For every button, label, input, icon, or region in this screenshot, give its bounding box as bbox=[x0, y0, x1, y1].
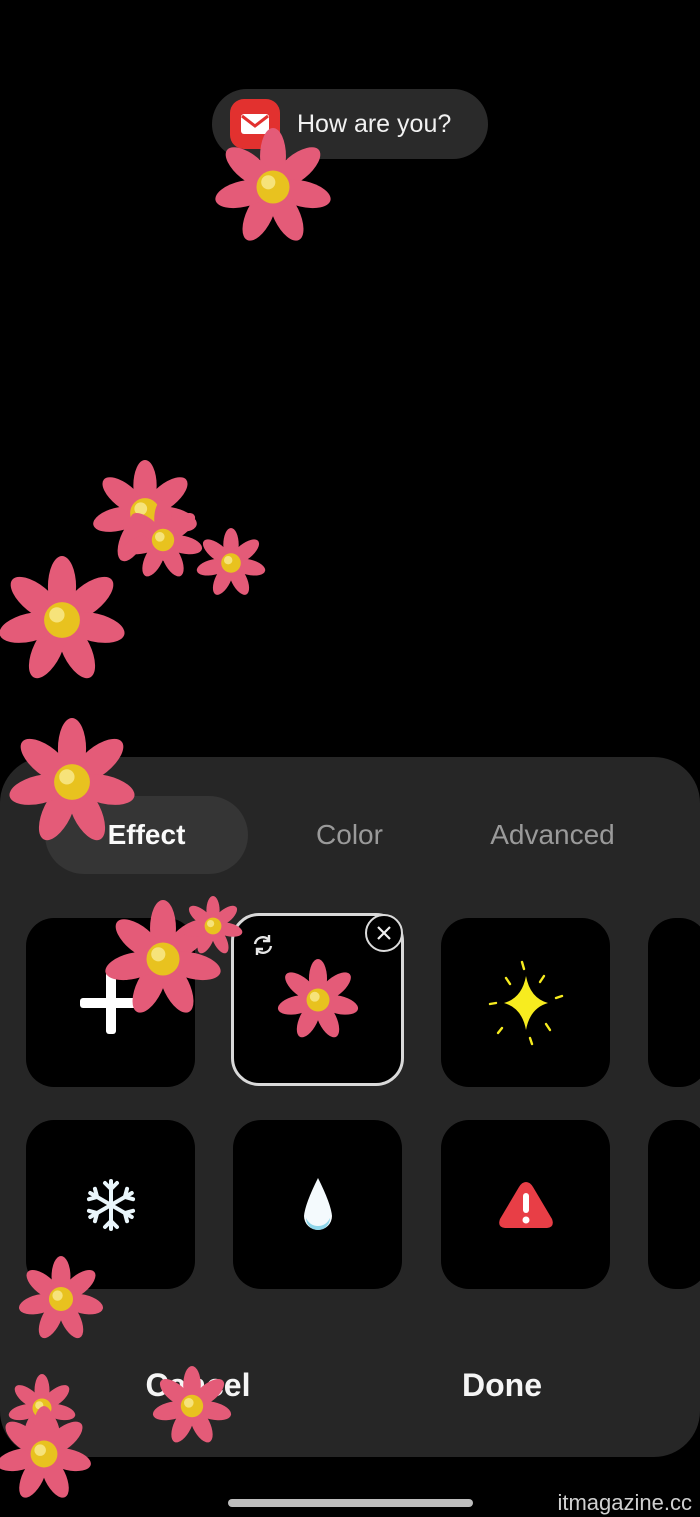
warning-effect-tile[interactable] bbox=[441, 1120, 610, 1289]
water-drop-effect-tile[interactable] bbox=[233, 1120, 402, 1289]
tab-effect[interactable]: Effect bbox=[45, 796, 248, 874]
more-effect-tile[interactable] bbox=[648, 918, 700, 1087]
tab-color[interactable]: Color bbox=[248, 796, 451, 874]
close-icon bbox=[377, 926, 391, 940]
notification-text: How are you? bbox=[297, 109, 452, 138]
more-effect-tile[interactable] bbox=[648, 1120, 700, 1289]
snowflake-effect-tile[interactable] bbox=[26, 1120, 195, 1289]
mail-icon bbox=[230, 99, 280, 149]
flower-effect-tile[interactable] bbox=[231, 913, 404, 1086]
snowflake-icon bbox=[86, 1178, 135, 1231]
done-button[interactable]: Done bbox=[402, 1355, 602, 1415]
flower-icon bbox=[277, 959, 359, 1041]
notification-pill[interactable]: How are you? bbox=[212, 89, 488, 159]
flower-decoration bbox=[92, 460, 198, 566]
water-drop-icon bbox=[303, 1177, 332, 1230]
add-icon bbox=[79, 971, 142, 1034]
remove-effect-button[interactable] bbox=[365, 914, 403, 952]
warning-icon bbox=[498, 1181, 553, 1228]
flower-decoration bbox=[0, 556, 126, 684]
home-indicator[interactable] bbox=[228, 1499, 473, 1507]
sparkle-icon bbox=[488, 960, 563, 1045]
refresh-icon[interactable] bbox=[250, 932, 276, 958]
tab-advanced[interactable]: Advanced bbox=[451, 796, 654, 874]
cancel-button[interactable]: Cancel bbox=[98, 1355, 298, 1415]
flower-decoration bbox=[196, 528, 266, 598]
tab-bar: Effect Color Advanced bbox=[0, 796, 700, 874]
add-effect-tile[interactable] bbox=[26, 918, 195, 1087]
flower-decoration bbox=[123, 500, 203, 580]
watermark: itmagazine.cc bbox=[557, 1490, 692, 1515]
sparkle-effect-tile[interactable] bbox=[441, 918, 610, 1087]
